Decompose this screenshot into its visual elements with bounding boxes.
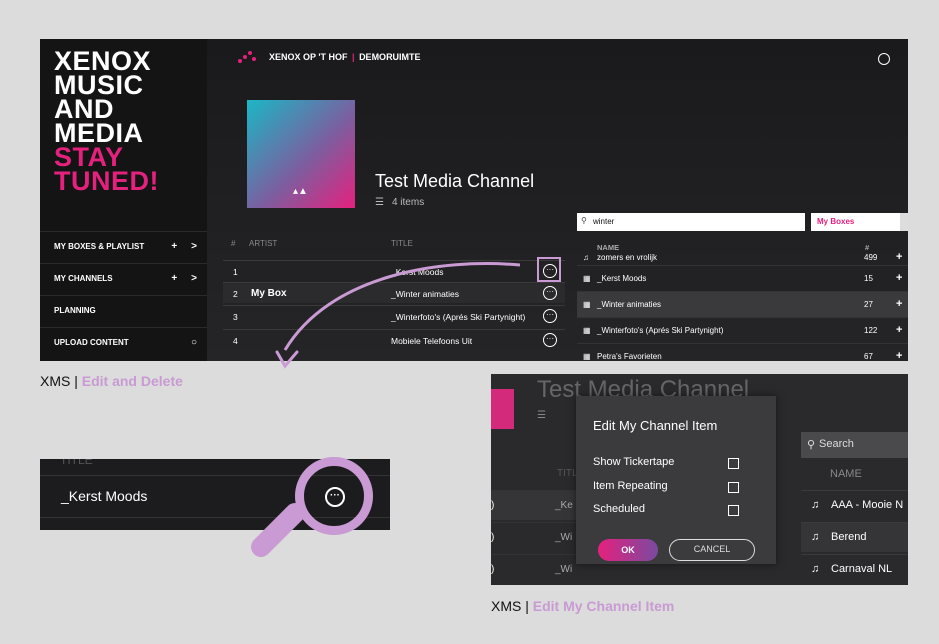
film-icon: ▦ — [583, 326, 591, 335]
music-icon: ♫ — [583, 253, 589, 262]
list-item[interactable]: ▦ Petra's Favorieten 67 + — [577, 343, 908, 361]
scheduled-checkbox[interactable] — [728, 505, 739, 516]
search-icon: ⚲ — [581, 216, 587, 225]
film-icon: ▦ — [583, 352, 591, 361]
channel-cover: ▴▲ — [247, 100, 355, 208]
dialog-title: Edit My Channel Item — [593, 418, 718, 433]
film-icon: ▦ — [583, 274, 591, 283]
search-input[interactable]: ⚲ Search — [801, 432, 908, 458]
option-label: Item Repeating — [593, 480, 668, 492]
list-item[interactable]: ▦ _Winterfoto's (Aprés Ski Partynight) 1… — [577, 317, 908, 343]
more-options-icon[interactable]: ··· — [543, 333, 557, 347]
show-tickertape-checkbox[interactable] — [728, 458, 739, 469]
table-row[interactable]: 2 My Box _Winter animaties ··· — [223, 282, 565, 303]
music-icon: ♫ — [811, 563, 820, 575]
breadcrumb: XENOX OP 'T HOF | DEMORUIMTE — [269, 52, 421, 62]
table-row[interactable]: 3 _Winterfoto's (Aprés Ski Partynight) ·… — [223, 305, 565, 326]
app-screenshot: XENOX MUSIC AND MEDIA STAY TUNED! MY BOX… — [40, 39, 908, 361]
user-icon[interactable] — [878, 53, 890, 65]
channel-cover — [491, 389, 514, 429]
topbar: XENOX OP 'T HOF | DEMORUIMTE — [207, 39, 908, 75]
edit-channel-item-dialog: Edit My Channel Item Show Tickertape Ite… — [576, 396, 776, 564]
cover-logo-icon: ▴▲ — [293, 186, 308, 197]
option-label: Scheduled — [593, 503, 645, 515]
list-item[interactable]: ▦ _Winter animaties 27 + — [577, 291, 908, 317]
film-icon: ▦ — [583, 300, 591, 309]
option-label: Show Tickertape — [593, 456, 675, 468]
add-icon[interactable]: + — [171, 241, 177, 252]
sidebar: XENOX MUSIC AND MEDIA STAY TUNED! MY BOX… — [40, 39, 207, 361]
chevron-right-icon[interactable]: > — [191, 273, 197, 284]
list-item[interactable]: ♫ zomers en vrolijk 499 + — [577, 251, 908, 265]
panel-header: NAME # — [597, 243, 870, 252]
main-content: XENOX OP 'T HOF | DEMORUIMTE ▴▲ Test Med… — [207, 39, 908, 361]
item-repeating-checkbox[interactable] — [728, 482, 739, 493]
boxes-select[interactable]: My Boxes — [811, 213, 908, 231]
caption-edit-delete: XMS | Edit and Delete — [40, 373, 183, 389]
more-options-icon[interactable]: ··· — [543, 286, 557, 300]
music-icon: ♫ — [811, 531, 820, 543]
list-item[interactable]: ♫ AAA - Mooie N — [801, 490, 908, 520]
column-header-name: NAME — [830, 468, 862, 480]
search-input[interactable]: ⚲ winter — [577, 213, 805, 231]
list-item[interactable]: ♫ Carnaval NL — [801, 554, 908, 584]
music-icon: ♫ — [811, 499, 820, 511]
content-library-panel: ⚲ winter My Boxes NAME # ♫ zomers en vro… — [577, 213, 908, 361]
xenox-logo-icon — [238, 51, 256, 63]
more-options-icon[interactable]: ··· — [325, 487, 345, 507]
sidebar-item-my-channels[interactable]: MY CHANNELS + > — [40, 263, 207, 293]
chevron-right-icon[interactable]: > — [191, 241, 197, 252]
sidebar-item-label: UPLOAD CONTENT — [54, 338, 129, 347]
highlight-box — [537, 257, 561, 282]
more-options-icon[interactable]: ··· — [543, 309, 557, 323]
refresh-icon[interactable]: ○ — [191, 337, 197, 348]
add-icon[interactable]: + — [896, 272, 902, 284]
add-icon[interactable]: + — [896, 298, 902, 310]
channel-title: Test Media Channel — [375, 171, 535, 191]
list-item[interactable]: ▦ _Kerst Moods 15 + — [577, 265, 908, 291]
brand-logo: XENOX MUSIC AND MEDIA STAY TUNED! — [54, 46, 159, 196]
chevron-down-icon — [900, 213, 908, 231]
add-icon[interactable]: + — [896, 350, 902, 361]
sidebar-item-label: PLANNING — [54, 306, 96, 315]
sidebar-item-planning[interactable]: PLANNING — [40, 295, 207, 325]
add-icon[interactable]: + — [896, 324, 902, 336]
sidebar-item-label: MY BOXES & PLAYLIST — [54, 242, 145, 251]
ok-button[interactable]: OK — [598, 539, 658, 561]
table-row[interactable]: 1 _Kerst Moods ··· — [223, 260, 565, 281]
cancel-button[interactable]: CANCEL — [669, 539, 755, 561]
sidebar-item-my-boxes[interactable]: MY BOXES & PLAYLIST + > — [40, 231, 207, 261]
list-icon: ☰ — [537, 410, 546, 421]
sidebar-item-label: MY CHANNELS — [54, 274, 113, 283]
list-icon: ☰ — [375, 197, 384, 208]
search-icon: ⚲ — [807, 439, 816, 451]
list-item[interactable]: ♫ Berend — [801, 522, 908, 552]
table-header: # ARTIST TITLE — [231, 239, 413, 248]
channel-count: ☰ 4 items — [375, 197, 425, 208]
dialog-screenshot: Test Media Channel ☰ TITL ) _Ke ) _Wi ) _Wi… — [491, 374, 908, 585]
sidebar-item-upload-content[interactable]: UPLOAD CONTENT ○ — [40, 327, 207, 357]
column-header-title: TITL — [557, 468, 578, 479]
caption-edit-item: XMS | Edit My Channel Item — [491, 598, 675, 614]
table-row[interactable]: 4 Mobiele Telefoons Uit ··· — [223, 329, 565, 350]
add-icon[interactable]: + — [171, 273, 177, 284]
add-icon[interactable]: + — [896, 251, 902, 263]
